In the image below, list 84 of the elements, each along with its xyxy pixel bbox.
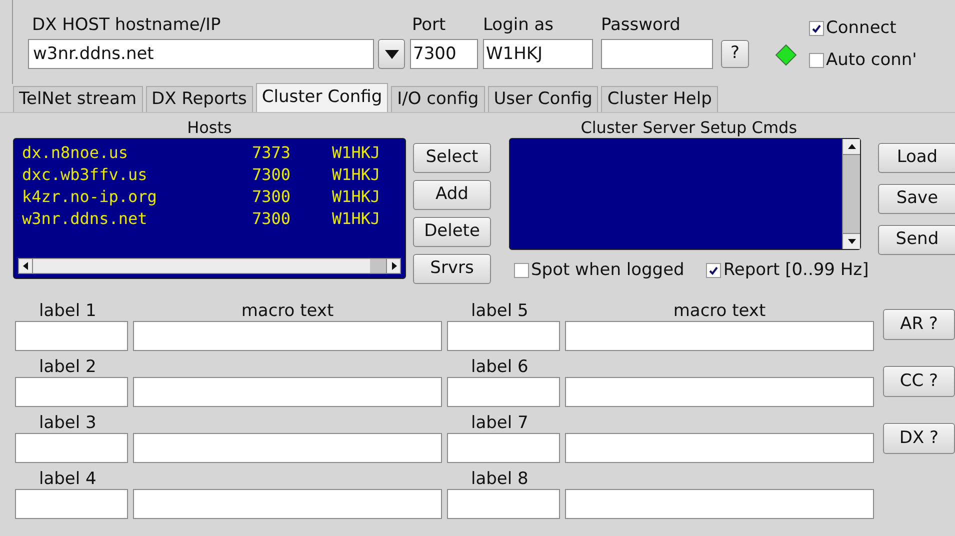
macro-query-button[interactable]: AR ? [883, 309, 955, 340]
host-action-button[interactable]: Srvrs [413, 254, 491, 284]
setup-cmds-heading: Cluster Server Setup Cmds [580, 118, 798, 138]
checkbox[interactable] [706, 263, 722, 278]
host-action-button[interactable]: Select [413, 143, 491, 173]
tab[interactable]: DX Reports [146, 86, 253, 112]
cmd-action-button[interactable]: Load [878, 143, 955, 173]
macro-label-heading: label 1 [38, 301, 98, 321]
macro-label-field[interactable] [15, 433, 128, 463]
password-field[interactable] [601, 39, 713, 69]
macro-text-field[interactable] [565, 377, 874, 407]
macro-query-button[interactable]: DX ? [883, 423, 955, 454]
host-login: W1HKJ [332, 142, 380, 164]
checkbox-label: Connect [826, 17, 896, 40]
dropdown-button[interactable] [378, 39, 405, 69]
host-port: 7373 [252, 142, 292, 164]
scroll-thumb[interactable] [33, 259, 370, 273]
help-button[interactable]: ? [721, 40, 749, 68]
tab[interactable]: TelNet stream [13, 86, 142, 112]
host-label: DX HOST hostname/IP [32, 14, 222, 36]
password-label: Password [601, 14, 682, 36]
host-port: 7300 [252, 164, 292, 186]
login-field[interactable]: W1HKJ [483, 39, 593, 69]
setup-cmds-textarea[interactable] [509, 138, 861, 250]
scroll-right-icon[interactable] [386, 259, 400, 273]
host-name: dx.n8noe.us [22, 142, 129, 164]
checkbox-label: Spot when logged [531, 259, 684, 282]
macro-text-field[interactable] [565, 433, 874, 463]
vertical-scrollbar[interactable] [842, 139, 860, 249]
macro-label-heading: label 7 [470, 413, 530, 433]
hosts-heading: Hosts [187, 118, 232, 138]
macro-text-field[interactable] [133, 321, 442, 351]
macro-label-field[interactable] [447, 433, 560, 463]
macro-label-heading: label 2 [38, 357, 98, 377]
scroll-left-icon[interactable] [19, 259, 33, 273]
macro-query-button[interactable]: CC ? [883, 366, 955, 397]
horizontal-scrollbar[interactable] [18, 258, 401, 274]
macro-label-heading: label 8 [470, 469, 530, 489]
macro-text-heading: macro text [240, 301, 335, 321]
macro-label-field[interactable] [447, 377, 560, 407]
caret-icon [384, 50, 398, 58]
tab[interactable]: I/O config [391, 86, 485, 112]
host-port: 7300 [252, 186, 292, 208]
hosts-list[interactable]: dx.n8noe.us 7373 W1HKJ dxc.wb3ffv.us 7300 W1HKJ k4zr.no-ip.org 7300 W1HKJ w3nr.ddns.net 7300 W1HKJ [13, 138, 406, 279]
port-label: Port [412, 14, 447, 36]
macro-label-heading: label 4 [38, 469, 98, 489]
cmd-action-button[interactable]: Save [878, 184, 955, 214]
macro-label-field[interactable] [15, 489, 128, 519]
checkbox[interactable] [514, 263, 529, 278]
macro-label-field[interactable] [447, 321, 560, 351]
host-name: dxc.wb3ffv.us [22, 164, 148, 186]
host-field[interactable]: w3nr.ddns.net [28, 39, 374, 69]
host-action-button[interactable]: Add [413, 180, 491, 210]
scroll-down-icon[interactable] [843, 233, 860, 249]
port-field[interactable]: 7300 [410, 39, 478, 69]
login-label: Login as [483, 14, 555, 36]
checkbox-label: Report [0..99 Hz] [723, 259, 869, 282]
cmd-action-button[interactable]: Send [878, 225, 955, 255]
host-login: W1HKJ [332, 186, 380, 208]
tab[interactable]: Cluster Help [601, 86, 718, 112]
checkbox[interactable] [809, 52, 824, 68]
macro-text-field[interactable] [133, 489, 442, 519]
macro-label-field[interactable] [15, 321, 128, 351]
host-action-button[interactable]: Delete [413, 217, 491, 247]
macro-text-field[interactable] [133, 433, 442, 463]
macro-text-field[interactable] [565, 489, 874, 519]
checkbox[interactable] [809, 21, 824, 36]
host-login: W1HKJ [332, 164, 380, 186]
host-port: 7300 [252, 208, 292, 230]
macro-text-heading: macro text [672, 301, 767, 321]
macro-label-field[interactable] [447, 489, 560, 519]
tab[interactable]: Cluster Config [256, 83, 388, 112]
macro-label-heading: label 3 [38, 413, 98, 433]
checkbox-label: Auto conn' [826, 48, 917, 72]
host-name: k4zr.no-ip.org [22, 186, 158, 208]
host-login: W1HKJ [332, 208, 380, 230]
macro-text-field[interactable] [133, 377, 442, 407]
macro-text-field[interactable] [565, 321, 874, 351]
macro-label-heading: label 5 [470, 301, 530, 321]
scroll-up-icon[interactable] [843, 139, 860, 155]
tab[interactable]: User Config [488, 86, 598, 112]
host-name: w3nr.ddns.net [22, 208, 148, 230]
macro-label-heading: label 6 [470, 357, 530, 377]
macro-label-field[interactable] [15, 377, 128, 407]
